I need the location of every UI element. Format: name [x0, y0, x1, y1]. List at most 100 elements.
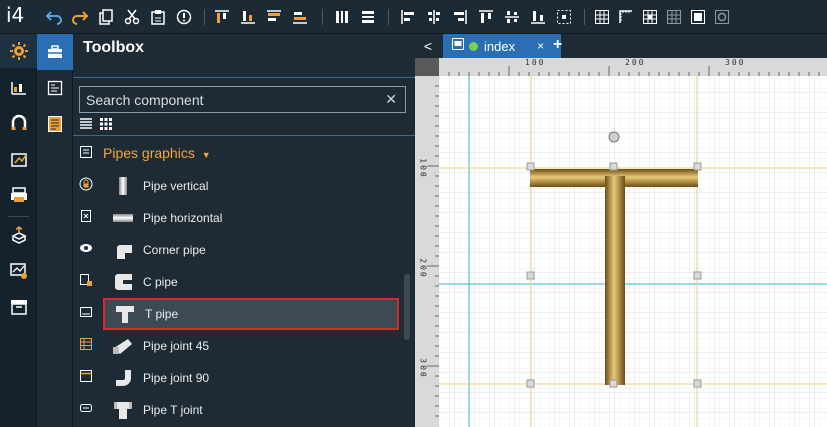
- align-left-icon[interactable]: [400, 9, 416, 25]
- ruler-corner: [415, 58, 439, 76]
- paste-icon[interactable]: [150, 9, 166, 25]
- ungroup-icon[interactable]: [714, 9, 730, 25]
- category-view-icon[interactable]: [73, 232, 99, 264]
- resize-handle: [526, 379, 535, 388]
- group-title[interactable]: Pipes graphics ▼: [103, 145, 211, 161]
- clear-search-icon[interactable]: ✕: [385, 91, 397, 108]
- copy-icon[interactable]: [98, 9, 114, 25]
- toolbar-separator: [388, 9, 389, 25]
- grid-icon[interactable]: [594, 9, 610, 25]
- rotate-handle: [608, 131, 620, 143]
- undo-icon[interactable]: [46, 9, 62, 25]
- list-view-icon[interactable]: [79, 117, 93, 136]
- canvas-grid[interactable]: [439, 76, 827, 427]
- app-logo: i4: [6, 3, 25, 27]
- align-bottom-edge-icon[interactable]: [530, 9, 546, 25]
- caret-down-icon: ▼: [201, 150, 211, 160]
- ruler-label: 100: [418, 158, 428, 179]
- chart-export-icon[interactable]: [0, 142, 37, 176]
- grid-snap-icon[interactable]: [642, 9, 658, 25]
- align-top-icon[interactable]: [214, 9, 230, 25]
- tab-back-button[interactable]: <: [415, 34, 441, 58]
- list-item[interactable]: Pipe joint 45: [103, 330, 399, 362]
- pipe-joint-45-icon: [103, 330, 143, 362]
- category-script-icon[interactable]: [73, 200, 99, 232]
- scrollbar-thumb[interactable]: [404, 274, 410, 340]
- list-item[interactable]: Pipe T joint: [103, 394, 399, 426]
- align-center-icon[interactable]: [426, 9, 442, 25]
- search-input[interactable]: [80, 87, 375, 112]
- center-icon[interactable]: [556, 9, 572, 25]
- align-top-edge-icon[interactable]: [478, 9, 494, 25]
- align-top-2-icon[interactable]: [266, 9, 282, 25]
- resize-handle: [693, 162, 702, 171]
- toolbar-separator: [584, 9, 585, 25]
- align-middle-icon[interactable]: [504, 9, 520, 25]
- list-item-label: T pipe: [145, 307, 179, 321]
- category-link-icon[interactable]: [73, 392, 99, 424]
- list-item[interactable]: Pipe joint 90: [103, 362, 399, 394]
- list-item-label: Pipe joint 90: [143, 371, 210, 385]
- measure-icon[interactable]: [0, 70, 37, 104]
- pipe-vertical-icon: [103, 170, 143, 202]
- category-window-icon[interactable]: [73, 360, 99, 392]
- list-item[interactable]: Corner pipe: [103, 234, 399, 266]
- corner-pipe-icon: [103, 234, 143, 266]
- printer-icon[interactable]: [0, 178, 37, 212]
- distribute-v-icon[interactable]: [360, 9, 376, 25]
- category-table-icon[interactable]: [73, 328, 99, 360]
- resize-handle: [693, 379, 702, 388]
- redo-icon[interactable]: [72, 9, 88, 25]
- layout-icon[interactable]: [37, 70, 73, 106]
- list-item[interactable]: Pipe horizontal: [103, 202, 399, 234]
- toolbar-separator: [204, 9, 205, 25]
- align-bottom-2-icon[interactable]: [292, 9, 308, 25]
- distribute-h-icon[interactable]: [334, 9, 350, 25]
- align-bottom-icon[interactable]: [240, 9, 256, 25]
- page-icon: [451, 37, 465, 56]
- archive-icon[interactable]: [0, 290, 37, 324]
- align-right-icon[interactable]: [452, 9, 468, 25]
- pipe-joint-90-icon: [103, 362, 143, 394]
- settings-icon[interactable]: [0, 34, 37, 68]
- design-canvas[interactable]: 100 200 300 100 200 300: [415, 58, 827, 427]
- resize-handle: [609, 379, 618, 388]
- list-item-label: C pipe: [143, 275, 178, 289]
- main-toolbar: i4: [0, 0, 827, 34]
- grid-dots-icon[interactable]: [666, 9, 682, 25]
- status-dot-icon: [469, 41, 478, 51]
- chart-settings-icon[interactable]: [0, 254, 37, 288]
- list-item-selected[interactable]: T pipe: [103, 298, 399, 330]
- tab-label: index: [484, 38, 516, 54]
- category-list-icon[interactable]: [73, 136, 99, 168]
- magnet-icon[interactable]: [0, 106, 37, 140]
- tab-close-icon[interactable]: ×: [537, 39, 544, 53]
- delete-icon[interactable]: [176, 9, 192, 25]
- list-item[interactable]: C pipe: [103, 266, 399, 298]
- resize-handle: [693, 271, 702, 280]
- ruler-label: 100: [525, 58, 546, 67]
- t-pipe-icon: [105, 298, 145, 330]
- category-label-icon[interactable]: [73, 264, 99, 296]
- category-bar: [73, 136, 99, 427]
- toolbox-icon[interactable]: [37, 34, 73, 70]
- panel-divider: [73, 77, 415, 78]
- tab-index[interactable]: index ×: [443, 34, 561, 58]
- ruler-label: 200: [625, 58, 646, 67]
- add-tab-button[interactable]: +: [553, 36, 562, 54]
- grid-view-icon[interactable]: [99, 117, 113, 136]
- document-list-icon[interactable]: [37, 106, 73, 142]
- ruler-icon[interactable]: [618, 9, 634, 25]
- ruler-top: 100 200 300: [415, 58, 827, 76]
- category-lock-icon[interactable]: [73, 168, 99, 200]
- category-panel-icon[interactable]: [73, 296, 99, 328]
- cube-upload-icon[interactable]: [0, 218, 37, 252]
- group-icon[interactable]: [690, 9, 706, 25]
- main-icon-bar: [0, 34, 37, 427]
- search-box: ✕: [79, 86, 406, 113]
- resize-handle: [609, 162, 618, 171]
- c-pipe-icon: [103, 266, 143, 298]
- pipe-t-joint-icon: [103, 394, 143, 426]
- cut-icon[interactable]: [124, 9, 140, 25]
- list-item[interactable]: Pipe vertical: [103, 170, 399, 202]
